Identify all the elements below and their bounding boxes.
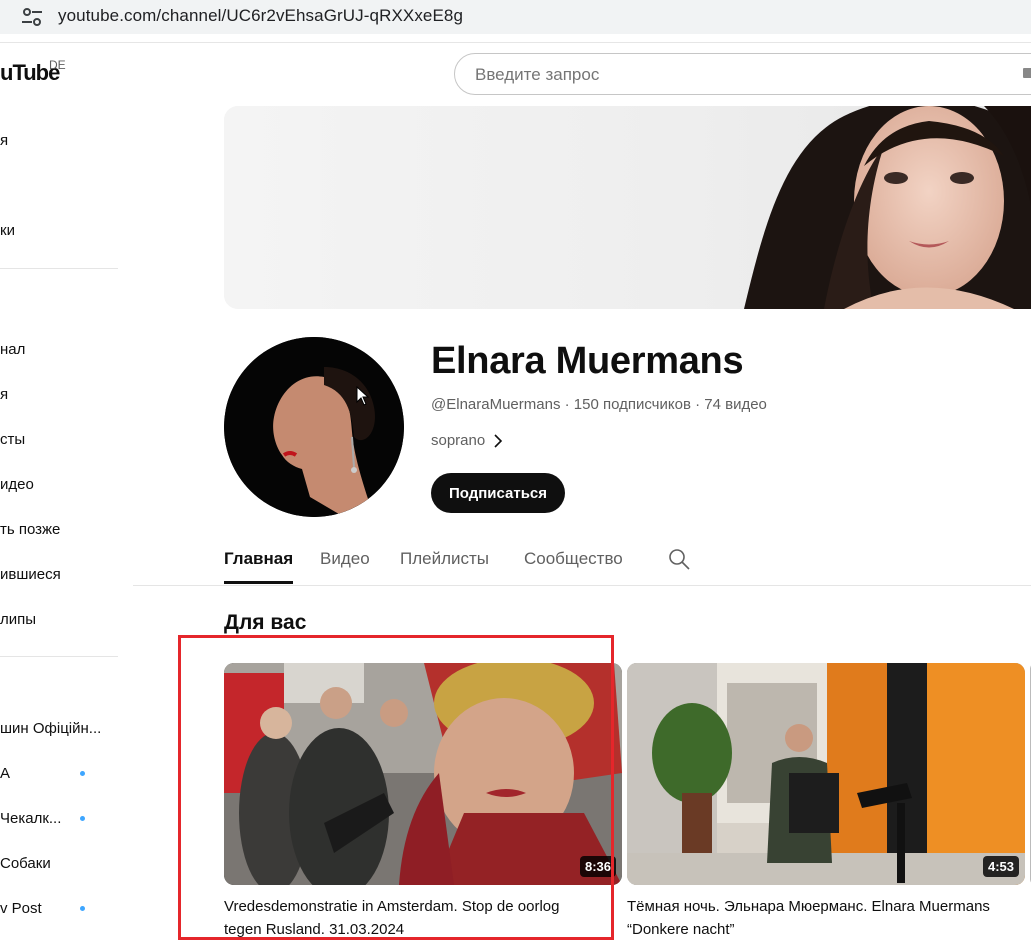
sidebar-item[interactable]: ки	[0, 222, 15, 239]
sidebar-item[interactable]: я	[0, 132, 8, 149]
new-content-dot	[80, 771, 85, 776]
video-title[interactable]: Тёмная ночь. Эльнара Мюерманс. Elnara Mu…	[627, 895, 997, 941]
channel-banner	[224, 106, 1031, 309]
toolbar-divider	[0, 34, 1031, 43]
keyboard-icon[interactable]	[1023, 68, 1031, 78]
mouse-cursor-icon	[356, 386, 370, 406]
sidebar-subscription[interactable]: A	[0, 765, 10, 782]
sidebar-item-clips[interactable]: липы	[0, 611, 36, 628]
tabs-divider	[133, 585, 1031, 586]
sidebar-divider	[0, 268, 118, 269]
sidebar-item-your-channel[interactable]: нал	[0, 341, 25, 358]
sidebar-item-your-videos[interactable]: идео	[0, 476, 34, 493]
thumbnail-image	[224, 663, 622, 885]
sidebar-item-playlists[interactable]: сты	[0, 431, 25, 448]
video-title[interactable]: Vredesdemonstratie in Amsterdam. Stop de…	[224, 895, 594, 941]
channel-avatar[interactable]	[224, 337, 404, 517]
banner-image	[224, 106, 1031, 309]
active-tab-indicator	[224, 581, 293, 584]
tab-playlists[interactable]: Плейлисты	[400, 549, 489, 569]
video-thumbnail[interactable]: 8:36	[224, 663, 622, 885]
new-content-dot	[80, 906, 85, 911]
search-icon[interactable]	[667, 547, 691, 571]
site-settings-icon[interactable]	[20, 6, 44, 28]
channel-name: Elnara Muermans	[431, 340, 744, 382]
subscribe-button[interactable]: Подписаться	[431, 473, 565, 513]
browser-address-bar: youtube.com/channel/UC6r2vEhsaGrUJ-qRXXx…	[0, 0, 1031, 35]
sidebar-subscription[interactable]: Чекалк...	[0, 810, 61, 827]
sidebar-item-history[interactable]: я	[0, 386, 8, 403]
video-thumbnail[interactable]: 4:53	[627, 663, 1025, 885]
logo-region-code: DE	[49, 58, 66, 72]
channel-meta: @ElnaraMuermans · 150 подписчиков · 74 в…	[431, 396, 767, 413]
sidebar-divider	[0, 656, 118, 657]
sidebar-subscription[interactable]: Собаки	[0, 855, 51, 872]
video-duration: 8:36	[579, 856, 616, 877]
video-duration: 4:53	[982, 856, 1019, 877]
sidebar-subscription[interactable]: v Post	[0, 900, 42, 917]
thumbnail-image	[627, 663, 1025, 885]
search-box[interactable]	[454, 53, 1031, 95]
tab-videos[interactable]: Видео	[320, 549, 370, 569]
avatar-image	[224, 337, 404, 517]
channel-description[interactable]: soprano	[431, 432, 503, 449]
url-text[interactable]: youtube.com/channel/UC6r2vEhsaGrUJ-qRXXx…	[58, 6, 463, 26]
sidebar-item-watch-later[interactable]: ть позже	[0, 521, 60, 538]
search-input[interactable]	[473, 62, 997, 88]
sidebar-subscription[interactable]: шин Офіційн...	[0, 720, 101, 737]
sidebar-item-liked[interactable]: ившиеся	[0, 566, 61, 583]
chevron-right-icon	[494, 433, 503, 448]
section-title: Для вас	[224, 611, 307, 634]
channel-description-text: soprano	[431, 432, 486, 449]
tab-community[interactable]: Сообщество	[524, 549, 623, 569]
tab-home[interactable]: Главная	[224, 549, 293, 569]
new-content-dot	[80, 816, 85, 821]
